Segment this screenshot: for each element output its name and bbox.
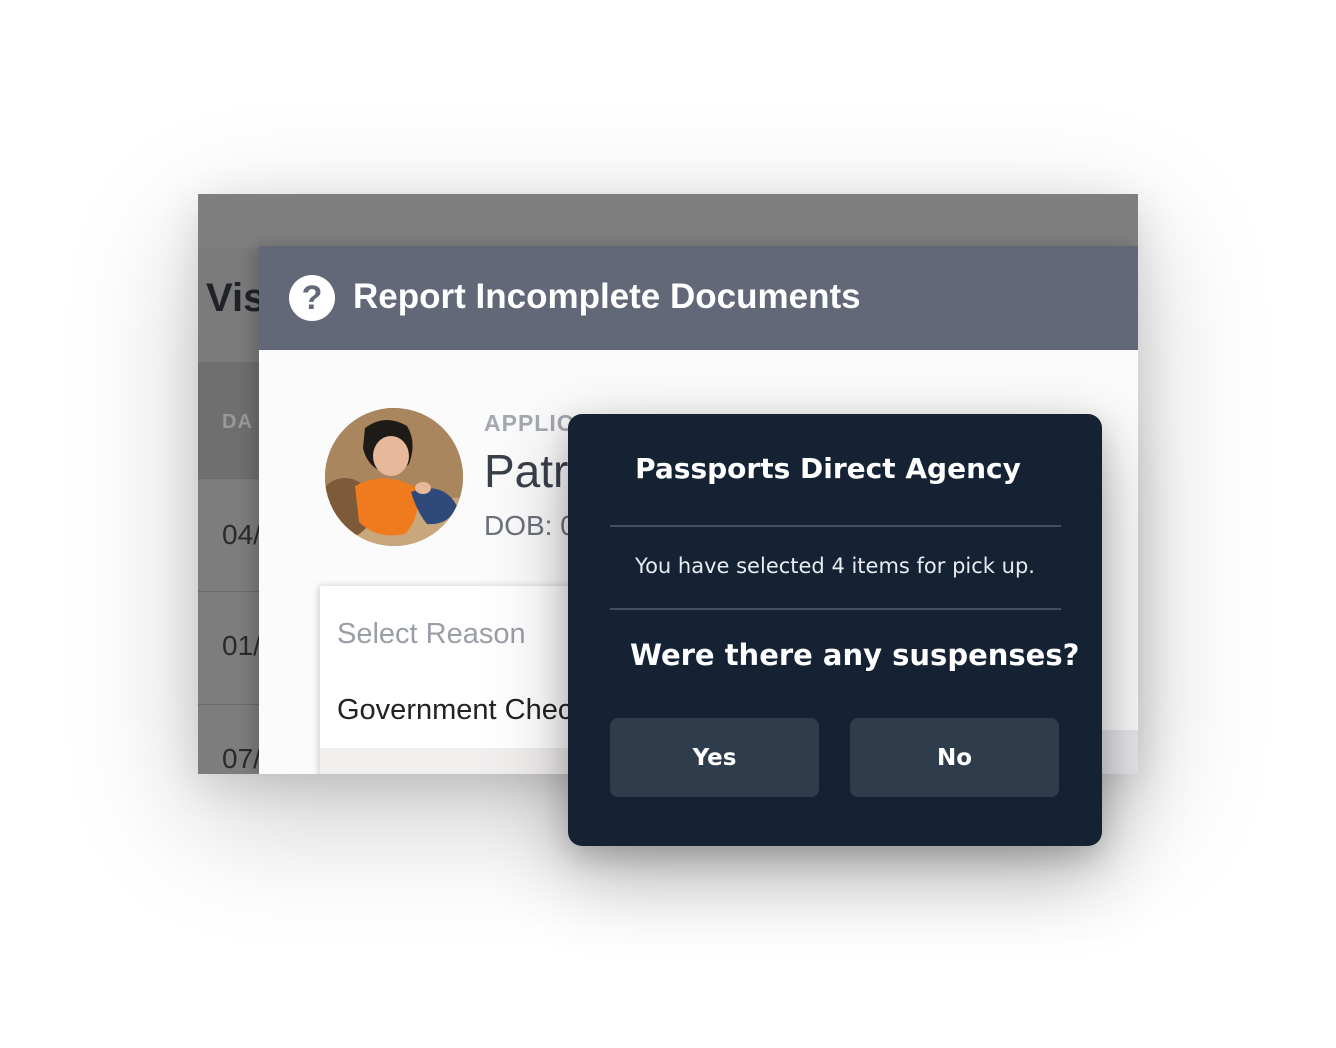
dialog-question: Were there any suspenses? xyxy=(630,638,1080,672)
report-modal-title: Report Incomplete Documents xyxy=(353,277,861,316)
yes-button[interactable]: Yes xyxy=(610,718,819,797)
row-date: 07/ xyxy=(222,743,261,774)
dialog-message: You have selected 4 items for pick up. xyxy=(635,554,1035,578)
no-button[interactable]: No xyxy=(850,718,1059,797)
modal-footer-edge xyxy=(1101,730,1138,774)
dialog-title: Passports Direct Agency xyxy=(635,452,1021,485)
report-modal-header: ? Report Incomplete Documents xyxy=(259,246,1138,350)
background-page-title: Vis xyxy=(206,276,266,320)
row-date: 04/ xyxy=(222,519,261,550)
dialog-divider-top xyxy=(610,525,1061,527)
reason-select-placeholder: Select Reason xyxy=(337,618,526,650)
suspense-confirmation-dialog: Passports Direct Agency You have selecte… xyxy=(568,414,1102,846)
row-date: 01/ xyxy=(222,630,261,661)
question-circle-icon: ? xyxy=(289,275,335,321)
dialog-divider-bottom xyxy=(610,608,1061,610)
table-header-date: DA xyxy=(222,411,253,433)
top-bar xyxy=(198,194,1138,248)
applicant-name: Patr xyxy=(484,445,569,497)
applicant-dob: DOB: 0 xyxy=(484,510,576,541)
applicant-avatar xyxy=(325,408,463,546)
applicant-label: APPLIC xyxy=(484,410,575,436)
reason-option[interactable]: Government Chec xyxy=(337,694,572,727)
avatar-photo xyxy=(325,408,463,546)
stage: Vis DA 04/ 01/ 07/ ? Report Incomplete D… xyxy=(0,0,1336,1048)
